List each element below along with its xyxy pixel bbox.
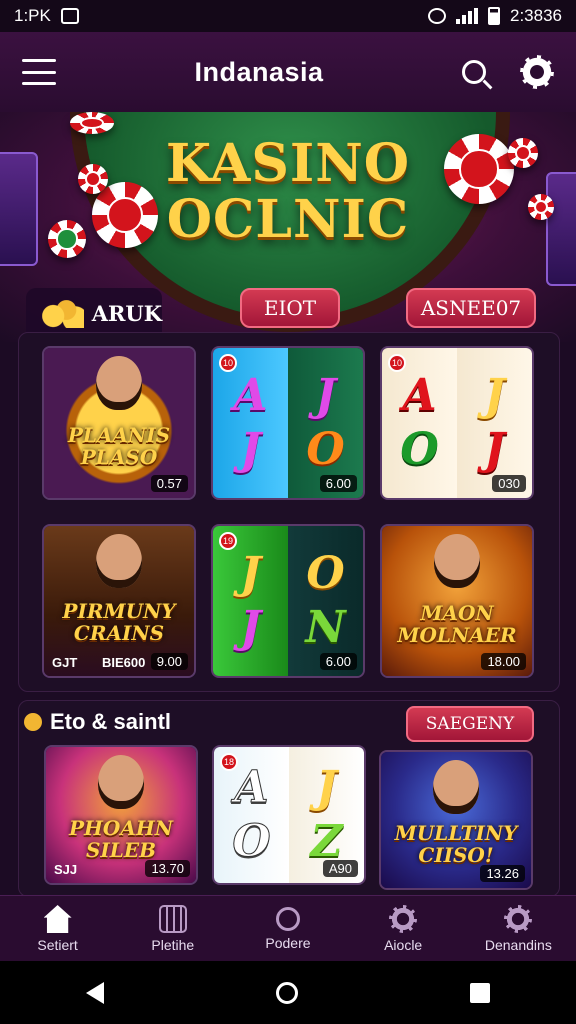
reel-symbol: J <box>240 424 261 475</box>
coin-icon <box>24 713 42 731</box>
game-title: PHOAHN SILEB <box>68 816 174 862</box>
nav-item-settings[interactable]: Denandins <box>468 905 568 953</box>
casino-chip-icon <box>70 112 114 134</box>
search-icon[interactable] <box>461 60 486 84</box>
game-title: MULLTINY CIISO! <box>394 821 518 867</box>
game-tile[interactable]: PIRMUNY CRAINS GJT BIE600 9.00 <box>42 524 196 678</box>
battery-icon <box>488 7 500 25</box>
character-image <box>96 356 142 410</box>
casino-chip-icon <box>48 220 86 258</box>
game-tile[interactable]: JJ ON 19 6.00 <box>211 524 365 678</box>
game-code: GJT <box>52 655 78 670</box>
game-badge: 10 <box>219 354 237 372</box>
game-title: PLAANIS PLASO <box>67 423 171 469</box>
casino-chip-icon <box>92 182 158 248</box>
section-title: Eto & saintl <box>50 709 172 734</box>
game-tile[interactable]: PHOAHN SILEB SJJ 13.70 <box>44 745 198 885</box>
app-bar: Indanasia <box>0 32 576 112</box>
section-button[interactable]: SAEGENY <box>406 706 534 742</box>
status-time: 1:PK <box>14 6 51 25</box>
nav-item-home[interactable]: Setiert <box>8 905 108 953</box>
game-price: 18.00 <box>481 653 526 670</box>
game-price: 0.57 <box>150 475 188 492</box>
reel-symbol: J <box>484 370 505 421</box>
nav-label: Pletihe <box>151 937 195 953</box>
casino-chip-icon <box>508 138 538 168</box>
menu-icon[interactable] <box>22 59 56 85</box>
home-button-icon[interactable] <box>276 981 298 1004</box>
game-badge: 18 <box>220 753 238 771</box>
hero-button-right[interactable]: ASNEE07 <box>406 288 536 328</box>
back-icon[interactable] <box>86 981 104 1004</box>
reel-symbol: O <box>306 424 345 475</box>
reel-symbol: J <box>316 762 337 813</box>
character-image <box>98 755 144 809</box>
nav-label: Setiert <box>37 937 78 953</box>
app-title: Indanasia <box>194 56 324 87</box>
casino-chip-icon <box>444 134 514 204</box>
home-icon <box>43 905 72 933</box>
game-badge: 10 <box>388 354 406 372</box>
nav-item-tools[interactable]: Aiocle <box>353 905 453 953</box>
game-price: 030 <box>492 475 526 492</box>
hero-button-left[interactable]: EIOT <box>240 288 340 328</box>
nav-item-search[interactable]: Podere <box>238 907 338 951</box>
game-price: 6.00 <box>319 653 357 670</box>
reel-symbol: N <box>305 602 346 653</box>
game-badge: 19 <box>219 532 237 550</box>
status-clock: 2:3836 <box>510 6 562 25</box>
reel-symbol: O <box>232 816 271 867</box>
reel-symbol: Z <box>310 816 343 867</box>
game-tile[interactable]: MULLTINY CIISO! 13.26 <box>379 750 533 890</box>
gear-icon <box>389 905 418 933</box>
character-image <box>434 534 480 588</box>
search-icon <box>275 907 300 931</box>
casino-chip-icon <box>528 194 554 220</box>
game-tile[interactable]: PLAANIS PLASO 0.57 <box>42 346 196 500</box>
game-subtitle: BIE600 <box>102 655 146 670</box>
reel-symbol: J <box>315 370 336 421</box>
grid-icon <box>158 905 187 933</box>
game-title: PIRMUNY CRAINS <box>62 599 176 645</box>
game-tile[interactable]: AO JJ 10 030 <box>380 346 534 500</box>
reel-symbol: O <box>306 548 345 599</box>
bottom-nav: Setiert Pletihe Podere Aiocle Denandins <box>0 895 576 962</box>
hero-banner[interactable]: KASINO OCLNIC ARUK EIOT ASNEE07 <box>0 112 576 342</box>
game-price: 6.00 <box>319 475 357 492</box>
reel-symbol: A <box>402 370 437 421</box>
game-price: 13.70 <box>145 860 190 877</box>
game-tile[interactable]: AJ JO 10 6.00 <box>211 346 365 500</box>
notification-icon <box>60 8 79 24</box>
reel-symbol: J <box>240 602 261 653</box>
recents-icon[interactable] <box>470 982 490 1003</box>
settings-icon <box>504 905 533 933</box>
hero-label: ARUK <box>26 288 162 338</box>
nav-label: Podere <box>265 935 311 951</box>
reel-symbol: A <box>233 370 268 421</box>
reel-symbol: O <box>400 424 439 475</box>
signal-icon <box>456 8 478 24</box>
game-price: 9.00 <box>150 653 188 670</box>
section-header: Eto & saintl <box>24 709 171 735</box>
game-price: 13.26 <box>480 865 525 882</box>
character-image <box>433 760 479 814</box>
settings-icon[interactable] <box>519 55 554 89</box>
system-nav-bar <box>0 961 576 1024</box>
game-code: SJJ <box>54 862 78 877</box>
game-title: MAON MOLNAER <box>397 601 517 647</box>
game-tile[interactable]: AO JZ 18 A90 <box>212 745 366 885</box>
game-price: A90 <box>322 860 358 877</box>
coins-icon <box>40 298 84 328</box>
nav-label: Denandins <box>484 937 552 953</box>
status-bar: 1:PK 2:3836 <box>0 0 576 32</box>
reel-symbol: J <box>484 424 505 475</box>
game-tile[interactable]: MAON MOLNAER 18.00 <box>380 524 534 678</box>
character-image <box>96 534 142 588</box>
alarm-icon <box>428 8 446 24</box>
casino-chip-icon <box>78 164 108 194</box>
nav-item-games[interactable]: Pletihe <box>123 905 223 953</box>
reel-symbol: J <box>240 548 261 599</box>
nav-label: Aiocle <box>384 937 423 953</box>
reel-symbol: A <box>234 762 269 813</box>
